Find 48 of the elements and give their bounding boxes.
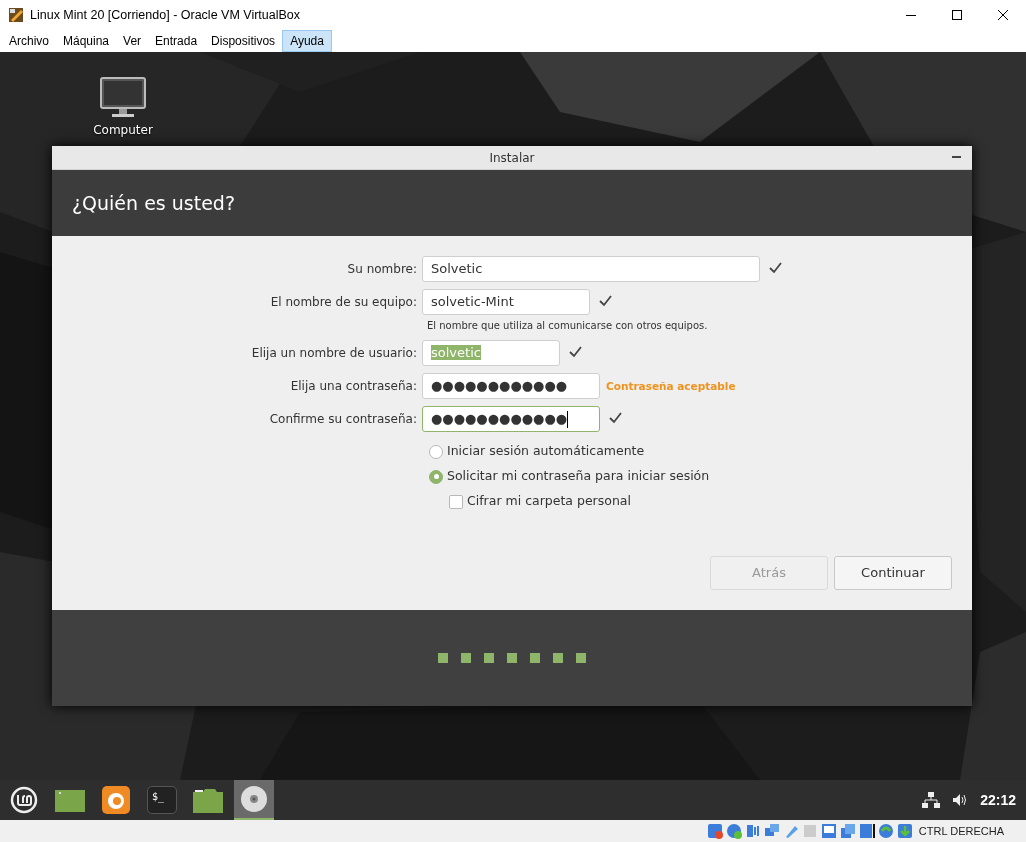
minimize-icon <box>906 14 916 16</box>
menu-item[interactable]: Máquina <box>56 30 117 52</box>
menu-item[interactable]: Dispositivos <box>204 30 283 52</box>
input-field[interactable]: ●●●●●●●●●●●● <box>422 406 600 432</box>
desktop-icon <box>55 788 85 812</box>
mint-logo-icon <box>10 786 38 814</box>
input-field[interactable]: ●●●●●●●●●●●● <box>422 373 600 399</box>
input-field[interactable]: Solvetic <box>422 256 760 282</box>
host-key-label: CTRL DERECHA <box>918 823 1004 839</box>
windows-icon[interactable] <box>839 823 856 839</box>
clock-text[interactable]: 22:12 <box>980 789 1016 811</box>
page-heading: ¿Quién es usted? <box>72 190 235 216</box>
folder-icon <box>193 787 223 813</box>
field-label: Confirme su contraseña: <box>268 411 418 428</box>
input-field[interactable]: solvetic-Mint <box>422 289 590 315</box>
fox-icon <box>102 786 130 814</box>
taskbar-button[interactable]: $_ <box>142 780 182 820</box>
display-icon[interactable] <box>820 823 837 839</box>
terminal-icon: $_ <box>147 786 177 814</box>
field-label: Elija un nombre de usuario: <box>250 345 418 362</box>
menu-item[interactable]: Entrada <box>148 30 205 52</box>
option-label: Solicitar mi contraseña para iniciar sesión <box>447 467 710 486</box>
menu-item[interactable]: Archivo <box>2 30 56 52</box>
option-label: Cifrar mi carpeta personal <box>467 492 631 511</box>
icon-label: Computer <box>93 122 153 139</box>
download-icon[interactable] <box>896 823 913 839</box>
field-label: Su nombre: <box>346 261 418 278</box>
monitor-icon[interactable] <box>99 76 147 118</box>
menu-item[interactable]: Ayuda <box>282 30 332 52</box>
maximize-icon <box>952 10 962 20</box>
disc-icon <box>240 785 268 813</box>
radio-button[interactable] <box>429 444 443 459</box>
close-icon <box>998 10 1008 20</box>
volume-icon[interactable] <box>952 793 969 807</box>
radio-button[interactable] <box>429 469 443 484</box>
hint-text: El nombre que utiliza al comunicarse con otros equipos. <box>427 319 709 333</box>
window-title: Instalar <box>489 149 535 167</box>
field-label: El nombre de su equipo: <box>269 294 418 311</box>
minimize-icon <box>952 155 962 159</box>
continue-button[interactable]: Continuar <box>834 556 952 590</box>
globe-icon[interactable] <box>877 823 894 839</box>
option-label: Iniciar sesión automáticamente <box>447 442 645 461</box>
checkbox[interactable] <box>449 494 463 509</box>
status-text: Contraseña aceptable <box>606 379 736 394</box>
menu-item[interactable]: Ver <box>116 30 149 52</box>
field-label: Elija una contraseña: <box>289 378 418 395</box>
window-title: Linux Mint 20 [Corriendo] - Oracle VM VirtualBox <box>30 6 301 24</box>
app-icon <box>8 7 24 23</box>
